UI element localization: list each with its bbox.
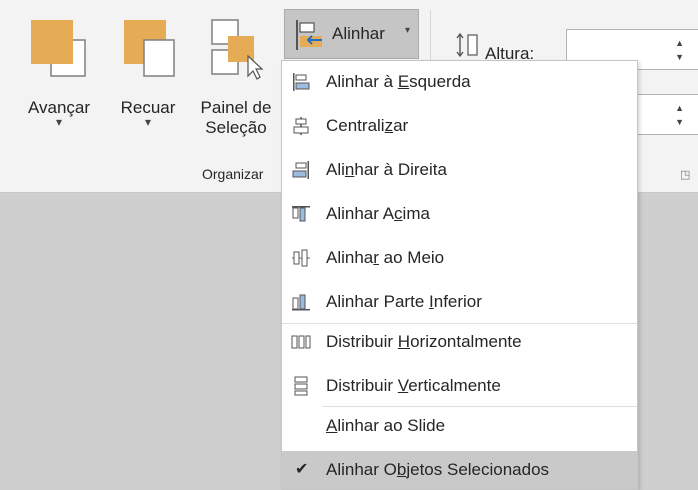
align-center-icon [293,117,309,135]
spin-down-icon[interactable]: ▼ [675,115,684,129]
group-label-organize: Organizar [202,166,264,182]
bring-forward-icon [31,20,86,77]
menu-item-align-center[interactable]: Centralizar [282,107,637,145]
menu-item-distribute-horizontal[interactable]: Distribuir Horizontalmente [282,323,637,361]
menu-item-align-right[interactable]: Alinhar à Direita [282,151,637,189]
align-left-icon [293,73,310,91]
align-bottom-icon [292,294,310,311]
menu-item-align-left[interactable]: Alinhar à Esquerda [282,63,637,101]
spin-up-icon[interactable]: ▲ [675,101,684,115]
chevron-down-icon: ▾ [144,115,152,129]
chevron-down-icon: ▾ [55,115,63,129]
width-spinner[interactable]: ▲ ▼ [675,101,684,129]
chevron-down-icon: ▾ [405,25,411,36]
align-middle-icon [292,249,310,267]
menu-item-align-middle[interactable]: Alinhar ao Meio [282,239,637,277]
bring-forward-button[interactable]: Avançar ▾ [20,18,98,129]
align-icon [296,20,322,50]
align-top-icon [292,206,310,222]
send-backward-button[interactable]: Recuar ▾ [114,18,182,129]
spin-up-icon[interactable]: ▲ [675,36,684,50]
spin-down-icon[interactable]: ▼ [675,50,684,64]
selection-pane-button[interactable]: Painel de Seleção [193,18,279,138]
align-dropdown-menu: Alinhar à Esquerda Centralizar Alinhar à… [281,60,638,490]
dialog-launcher-icon[interactable]: ◳ [680,168,690,181]
checkmark-icon: ✔ [295,461,309,478]
selection-pane-label-line1: Painel de [200,98,272,117]
menu-item-align-to-slide[interactable]: Alinhar ao Slide [282,407,637,445]
selection-pane-icon [211,19,264,80]
selection-pane-label-line2: Seleção [205,118,267,137]
height-icon [456,32,478,58]
align-button[interactable]: Alinhar ▾ [284,9,419,59]
align-right-icon [292,161,309,179]
distribute-horizontal-icon [291,335,311,349]
menu-item-align-top[interactable]: Alinhar Acima [282,195,637,233]
align-button-label: Alinhar [332,24,385,43]
height-spinner[interactable]: ▲ ▼ [675,36,684,64]
distribute-vertical-icon [294,376,308,396]
send-backward-icon [124,20,175,77]
menu-item-align-bottom[interactable]: Alinhar Parte Inferior [282,283,637,321]
menu-item-distribute-vertical[interactable]: Distribuir Verticalmente [282,367,637,405]
menu-item-align-selected-objects[interactable]: ✔ Alinhar Objetos Selecionados [282,451,637,489]
